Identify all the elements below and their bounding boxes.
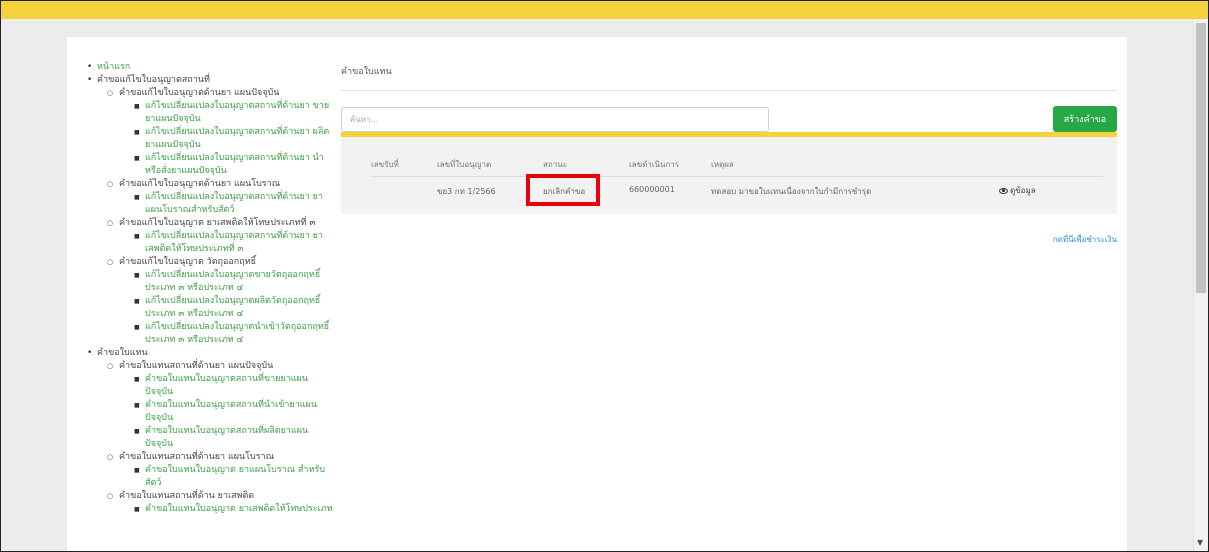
sidebar-item-4[interactable]: แก้ไขเปลี่ยนแปลงใบอนุญาตสถานที่ด้านยา ผล…: [85, 126, 335, 152]
sidebar-item-14: คำขอใบแทน: [85, 347, 335, 360]
header-reason: เหตุผล: [711, 160, 734, 169]
header-divider: [371, 176, 1103, 177]
sidebar-item-8: คำขอแก้ไขใบอนุญาต ยาเสพติดให้โทษประเภทที…: [85, 217, 335, 230]
sidebar-item-18[interactable]: คำขอใบแทนใบอนุญาตสถานที่ผลิตยาแผนปัจจุบั…: [85, 425, 335, 451]
header-status: สถานะ: [543, 160, 567, 169]
cell-license-no: ขย3 กท 1/2566: [437, 187, 496, 196]
page-title: คำขอใบแทน: [341, 67, 392, 77]
page-viewport: หน้าแรกคำขอแก้ไขใบอนุญาตสถานที่คำขอแก้ไข…: [1, 19, 1193, 551]
scrollbar-thumb[interactable]: [1196, 23, 1206, 293]
sidebar-item-0[interactable]: หน้าแรก: [85, 61, 335, 74]
vertical-scrollbar[interactable]: ▼: [1193, 19, 1208, 551]
sidebar-item-5[interactable]: แก้ไขเปลี่ยนแปลงใบอนุญาตสถานที่ด้านยา นำ…: [85, 152, 335, 178]
sidebar-item-22[interactable]: คำขอใบแทนใบอนุญาต ยาเสพติดให้โทษประเภท: [85, 503, 335, 516]
sidebar-item-3[interactable]: แก้ไขเปลี่ยนแปลงใบอนุญาตสถานที่ด้านยา ขา…: [85, 100, 335, 126]
sidebar-item-10: คำขอแก้ไขใบอนุญาต วัตถุออกฤทธิ์: [85, 256, 335, 269]
requests-table: เลขรับที่ เลขที่ใบอนุญาต สถานะ เลขดำเนิน…: [341, 132, 1117, 214]
scroll-down-arrow-icon[interactable]: ▼: [1197, 538, 1203, 547]
top-banner: [1, 1, 1208, 19]
header-receive-no: เลขรับที่: [371, 160, 399, 169]
sidebar-item-1: คำขอแก้ไขใบอนุญาตสถานที่: [85, 74, 335, 87]
sidebar-item-17[interactable]: คำขอใบแทนใบอนุญาตสถานที่นำเข้ายาแผนปัจจุ…: [85, 399, 335, 425]
sidebar-item-7[interactable]: แก้ไขเปลี่ยนแปลงใบอนุญาตสถานที่ด้านยา ยา…: [85, 191, 335, 217]
sidebar-item-2: คำขอแก้ไขใบอนุญาตด้านยา แผนปัจจุบัน: [85, 87, 335, 100]
sidebar-item-15: คำขอใบแทนสถานที่ด้านยา แผนปัจจุบัน: [85, 360, 335, 373]
cell-process-no: 660000001: [629, 185, 675, 194]
sidebar-item-16[interactable]: คำขอใบแทนใบอนุญาตสถานที่ขายยาแผนปัจจุบัน: [85, 373, 335, 399]
sidebar-item-12[interactable]: แก้ไขเปลี่ยนแปลงใบอนุญาตผลิตวัตถุออกฤทธิ…: [85, 295, 335, 321]
status-highlight-box: [526, 174, 600, 206]
title-divider: [341, 90, 1117, 91]
sidebar-item-21: คำขอใบแทนสถานที่ด้าน ยาเสพติด: [85, 490, 335, 503]
header-process-no: เลขดำเนินการ: [629, 160, 680, 169]
view-details-link[interactable]: ดูข้อมูล: [999, 184, 1036, 197]
sidebar-item-19: คำขอใบแทนสถานที่ด้านยา แผนโบราณ: [85, 451, 335, 464]
cell-reason: ทดสอบ มาขอใบแทนเนื่องจากใบกำมีการชำรุด: [711, 187, 872, 196]
view-details-label: ดูข้อมูล: [1010, 186, 1036, 195]
create-request-button[interactable]: สร้างคำขอ: [1053, 106, 1117, 132]
sidebar-nav-tree: หน้าแรกคำขอแก้ไขใบอนุญาตสถานที่คำขอแก้ไข…: [85, 61, 335, 516]
sidebar-item-9[interactable]: แก้ไขเปลี่ยนแปลงใบอนุญาตสถานที่ด้านยา ยา…: [85, 230, 335, 256]
sidebar-item-6: คำขอแก้ไขใบอนุญาตด้านยา แผนโบราณ: [85, 178, 335, 191]
search-input[interactable]: [341, 107, 769, 132]
sidebar-item-13[interactable]: แก้ไขเปลี่ยนแปลงใบอนุญาตนำเข้าวัตถุออกฤท…: [85, 321, 335, 347]
content-card: หน้าแรกคำขอแก้ไขใบอนุญาตสถานที่คำขอแก้ไข…: [67, 37, 1127, 551]
header-license-no: เลขที่ใบอนุญาต: [437, 160, 492, 169]
payment-link[interactable]: กดที่นี่เพื่อชำระเงิน: [1053, 233, 1117, 246]
sidebar-item-11[interactable]: แก้ไขเปลี่ยนแปลงใบอนุญาตขายวัตถุออกฤทธิ์…: [85, 269, 335, 295]
eye-icon: [999, 187, 1008, 194]
sidebar-item-20[interactable]: คำขอใบแทนใบอนุญาต ยาแผนโบราณ สำหรับสัตว์: [85, 464, 335, 490]
